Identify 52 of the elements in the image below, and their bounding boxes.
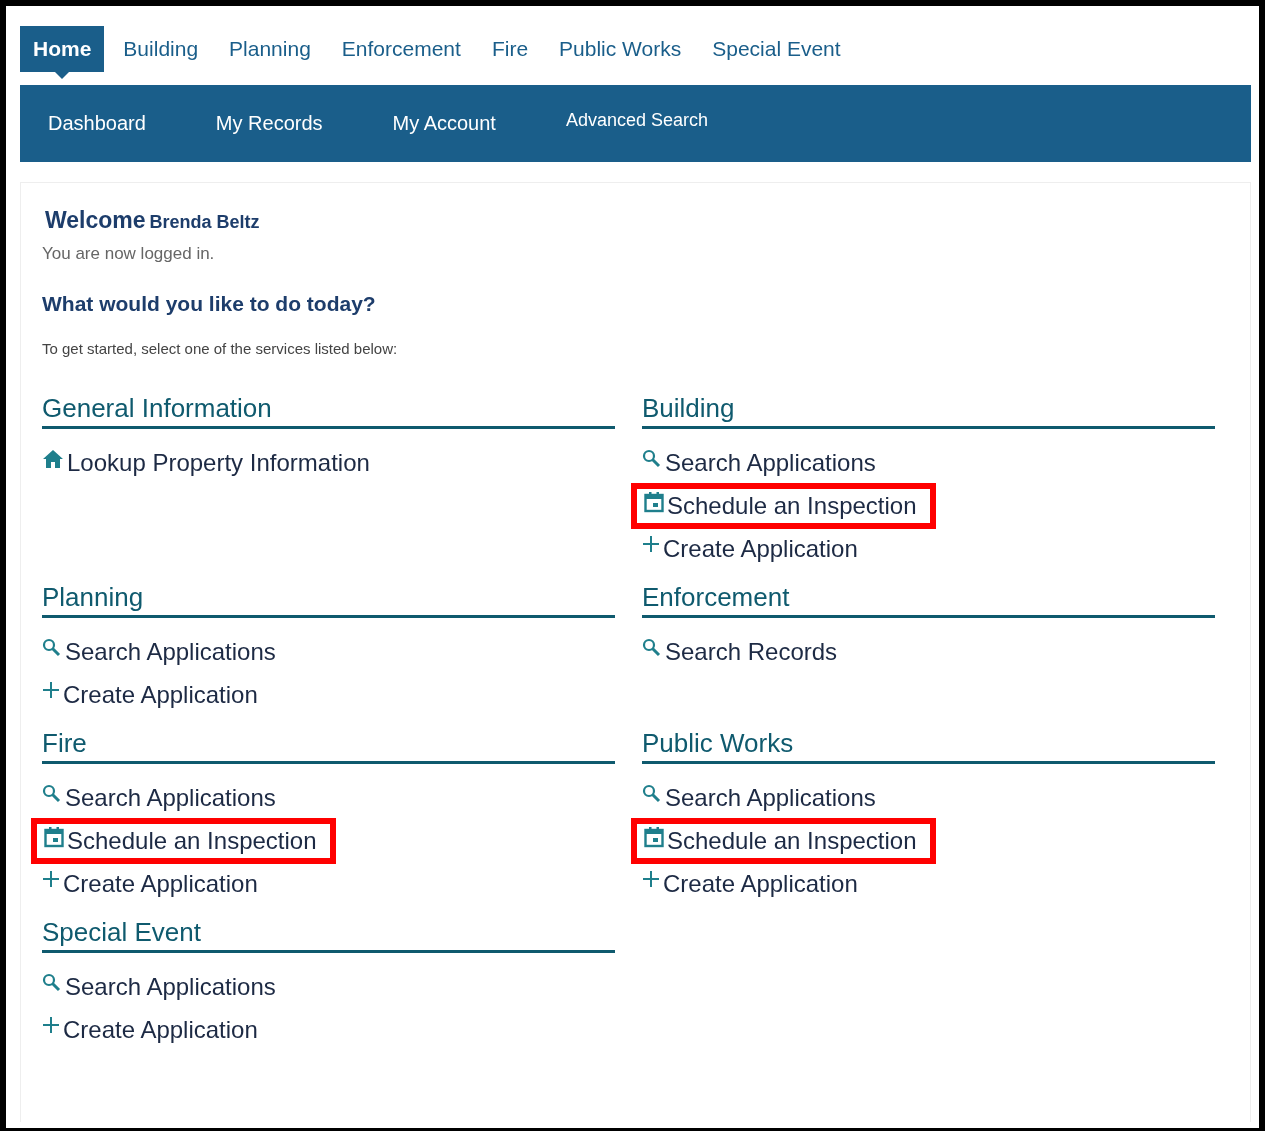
service-link[interactable]: Search Applications	[42, 783, 276, 812]
nav-tab[interactable]: Planning	[214, 26, 326, 72]
service-link[interactable]: Search Applications	[42, 972, 276, 1001]
section-heading: Building	[642, 393, 1215, 429]
nav-tab[interactable]: Enforcement	[326, 26, 476, 72]
welcome-text: Welcome	[45, 207, 146, 234]
service-link[interactable]: Search Records	[642, 637, 838, 666]
sub-nav-link[interactable]: My Account	[392, 112, 496, 135]
section-heading: Planning	[42, 582, 615, 618]
service-link[interactable]: Search Applications	[642, 783, 876, 812]
service-link[interactable]: Create Application	[42, 1015, 258, 1044]
search-icon	[642, 637, 662, 658]
section-heading: Fire	[42, 728, 615, 764]
question-heading: What would you like to do today?	[42, 292, 377, 316]
search-icon	[42, 972, 62, 993]
service-link[interactable]: Schedule an Inspection	[631, 482, 936, 529]
plus-icon	[642, 534, 660, 553]
search-icon	[42, 637, 62, 658]
service-link[interactable]: Create Application	[42, 869, 258, 898]
search-icon	[642, 448, 662, 469]
nav-tab[interactable]: Special Event	[697, 26, 856, 72]
sub-nav-link[interactable]: Advanced Search	[565, 110, 709, 131]
plus-icon	[42, 869, 60, 888]
plus-icon	[642, 869, 660, 888]
plus-icon	[42, 1015, 60, 1034]
sub-nav-link[interactable]: My Records	[215, 112, 323, 135]
home-icon	[42, 448, 64, 469]
calendar-icon	[644, 826, 664, 848]
service-link[interactable]: Create Application	[642, 534, 858, 563]
section-heading: Enforcement	[642, 582, 1215, 618]
service-link[interactable]: Search Applications	[642, 448, 876, 477]
nav-tab[interactable]: Public Works	[544, 26, 697, 72]
section-heading: Public Works	[642, 728, 1215, 764]
login-status: You are now logged in.	[42, 244, 216, 264]
search-icon	[642, 783, 662, 804]
section-heading: Special Event	[42, 917, 615, 953]
service-link[interactable]: Create Application	[42, 680, 258, 709]
sub-nav-link[interactable]: Dashboard	[48, 112, 146, 135]
service-link[interactable]: Schedule an Inspection	[31, 817, 336, 864]
nav-tab[interactable]: Building	[108, 26, 214, 72]
user-name: Brenda Beltz	[149, 212, 260, 233]
calendar-icon	[644, 491, 664, 513]
service-link[interactable]: Lookup Property Information	[42, 448, 370, 477]
search-icon	[42, 783, 62, 804]
nav-tab[interactable]: Fire	[476, 26, 544, 72]
service-link[interactable]: Schedule an Inspection	[631, 817, 936, 864]
section-heading: General Information	[42, 393, 615, 429]
service-link[interactable]: Create Application	[642, 869, 858, 898]
service-link[interactable]: Search Applications	[42, 637, 276, 666]
plus-icon	[42, 680, 60, 699]
instructions-text: To get started, select one of the services listed below:	[42, 340, 399, 357]
calendar-icon	[44, 826, 64, 848]
